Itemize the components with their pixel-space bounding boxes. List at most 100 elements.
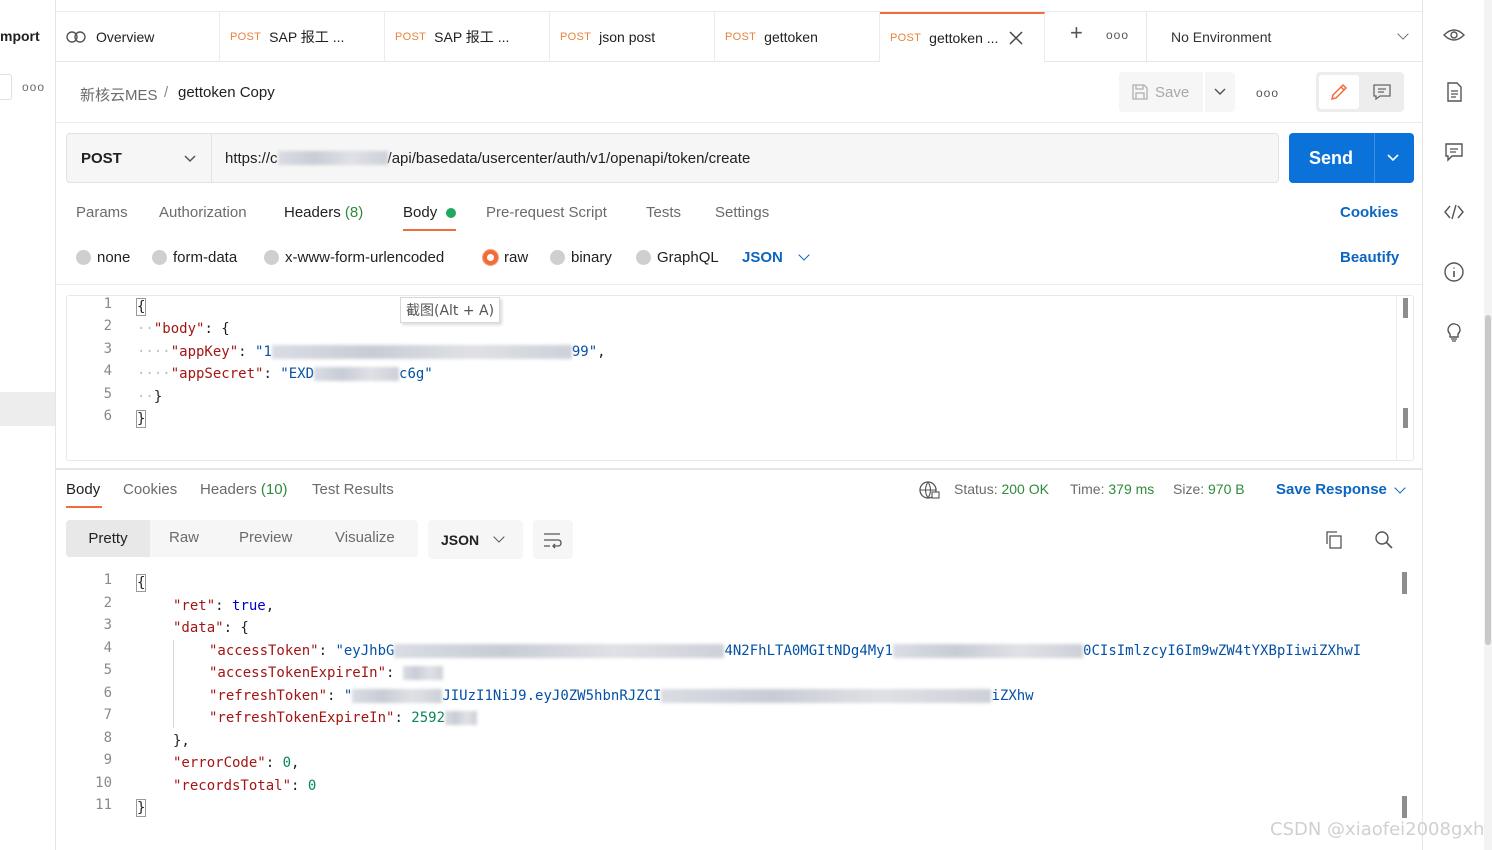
headers-count: (10) [260, 481, 288, 498]
save-button[interactable]: Save [1119, 72, 1203, 112]
language-select[interactable]: JSON [742, 249, 783, 266]
tab-authorization[interactable]: Authorization [159, 204, 247, 221]
status-value[interactable]: 200 OK [1001, 481, 1048, 497]
comment-icon[interactable] [1443, 141, 1465, 163]
tab-body[interactable]: Body [403, 204, 437, 221]
url-input[interactable]: https://c/api/basedata/usercenter/auth/v… [211, 133, 1279, 183]
tab-request-active[interactable]: POST gettoken ... [880, 12, 1045, 62]
redacted-text [271, 345, 572, 359]
response-tab-headers[interactable]: Headers (10) [200, 481, 288, 498]
cookies-link[interactable]: Cookies [1340, 204, 1398, 221]
tab-overview[interactable]: Overview [56, 12, 220, 62]
line-number: 10 [95, 775, 112, 791]
scrollbar-thumb[interactable] [1402, 796, 1407, 818]
tabs-more-button[interactable]: ooo [1106, 28, 1129, 42]
response-format-select[interactable]: JSON [428, 520, 523, 559]
chevron-down-icon[interactable] [1394, 482, 1406, 494]
pane-divider[interactable] [56, 468, 1422, 470]
divider [56, 122, 1422, 123]
response-tab-test-results[interactable]: Test Results [312, 481, 394, 498]
tab-request[interactable]: POST SAP 报工 ... [385, 12, 550, 62]
radio-graphql[interactable]: GraphQL [636, 249, 719, 266]
copy-icon[interactable] [1324, 530, 1344, 550]
tab-tests[interactable]: Tests [646, 204, 681, 221]
comment-icon [1373, 84, 1391, 101]
redacted-text [402, 666, 443, 680]
tab-request[interactable]: POST gettoken [715, 12, 880, 62]
code-token: "data" [173, 620, 224, 636]
size-label: Size: [1173, 481, 1205, 497]
eye-icon[interactable] [1443, 24, 1465, 46]
code-line: "errorCode": 0, [173, 755, 300, 771]
response-scrollbar[interactable] [1396, 570, 1413, 822]
request-more-button[interactable]: ooo [1256, 86, 1279, 100]
tab-settings[interactable]: Settings [715, 204, 769, 221]
top-strip [56, 0, 1422, 12]
code-token: true [232, 598, 266, 614]
chevron-down-icon[interactable] [798, 249, 810, 261]
tab-request[interactable]: POST SAP 报工 ... [220, 12, 385, 62]
close-icon[interactable] [1008, 30, 1024, 46]
editor-scrollbar[interactable] [1396, 296, 1413, 460]
size-value[interactable]: 970 B [1208, 481, 1245, 497]
tab-params[interactable]: Params [76, 204, 128, 221]
tab-request[interactable]: POST json post [550, 12, 715, 62]
breadcrumb-parent[interactable]: 新核云MES [80, 84, 158, 105]
scrollbar-thumb[interactable] [1403, 408, 1408, 428]
code-icon[interactable] [1443, 201, 1465, 223]
document-icon[interactable] [1443, 81, 1465, 103]
radio-button[interactable] [550, 250, 565, 265]
globe-icon[interactable] [918, 480, 940, 500]
radio-button[interactable] [264, 250, 279, 265]
line-number: 7 [103, 707, 112, 723]
radio-button[interactable] [636, 250, 651, 265]
radio-button-selected[interactable] [483, 250, 498, 265]
view-pretty-button[interactable]: Pretty [66, 520, 150, 557]
tab-headers[interactable]: Headers (8) [284, 204, 363, 221]
view-visualize-button[interactable]: Visualize [335, 529, 395, 546]
scrollbar-thumb[interactable] [1403, 298, 1408, 318]
view-raw-button[interactable]: Raw [169, 529, 199, 546]
beautify-link[interactable]: Beautify [1340, 249, 1399, 266]
chevron-down-icon[interactable] [1386, 151, 1400, 165]
radio-none[interactable]: none [76, 249, 130, 266]
page-scrollbar-thumb[interactable] [1485, 315, 1491, 645]
radio-raw[interactable]: raw [483, 249, 528, 266]
info-icon[interactable] [1443, 261, 1465, 283]
code-token: "appKey" [170, 344, 239, 360]
response-tab-body[interactable]: Body [66, 481, 100, 498]
comment-mode-button[interactable] [1362, 75, 1402, 109]
sidebar-filter-input[interactable] [0, 74, 12, 100]
radio-binary[interactable]: binary [550, 249, 612, 266]
radio-button[interactable] [76, 250, 91, 265]
edit-mode-button[interactable] [1319, 75, 1359, 109]
lightbulb-icon[interactable] [1443, 321, 1465, 343]
time-value[interactable]: 379 ms [1108, 481, 1154, 497]
sidebar-more-button[interactable]: ooo [22, 80, 45, 94]
new-tab-button[interactable]: + [1070, 22, 1083, 44]
search-icon[interactable] [1374, 530, 1394, 550]
import-button[interactable]: mport [0, 28, 40, 44]
tab-pre-request-script[interactable]: Pre-request Script [486, 204, 607, 221]
wrap-lines-button[interactable] [533, 520, 573, 559]
environment-select[interactable]: No Environment [1146, 12, 1422, 62]
response-tab-cookies[interactable]: Cookies [123, 481, 177, 498]
radio-urlencoded[interactable]: x-www-form-urlencoded [264, 249, 444, 266]
radio-form-data[interactable]: form-data [152, 249, 237, 266]
send-button[interactable]: Send [1289, 133, 1414, 183]
headers-count: (8) [344, 204, 364, 221]
code-token: { [135, 298, 147, 316]
wrap-icon [544, 532, 562, 548]
response-size: Size: 970 B [1173, 481, 1245, 497]
scrollbar-thumb[interactable] [1402, 572, 1407, 594]
save-dropdown-button[interactable] [1205, 72, 1235, 112]
radio-label: x-www-form-urlencoded [285, 249, 445, 266]
radio-button[interactable] [152, 250, 167, 265]
tab-method: POST [560, 31, 592, 43]
method-select[interactable]: POST [66, 133, 212, 183]
breadcrumb-current[interactable]: gettoken Copy [178, 84, 275, 101]
sidebar-selected-item[interactable] [0, 392, 55, 426]
line-number: 6 [103, 408, 112, 424]
view-preview-button[interactable]: Preview [239, 529, 292, 546]
save-response-button[interactable]: Save Response [1276, 481, 1387, 498]
